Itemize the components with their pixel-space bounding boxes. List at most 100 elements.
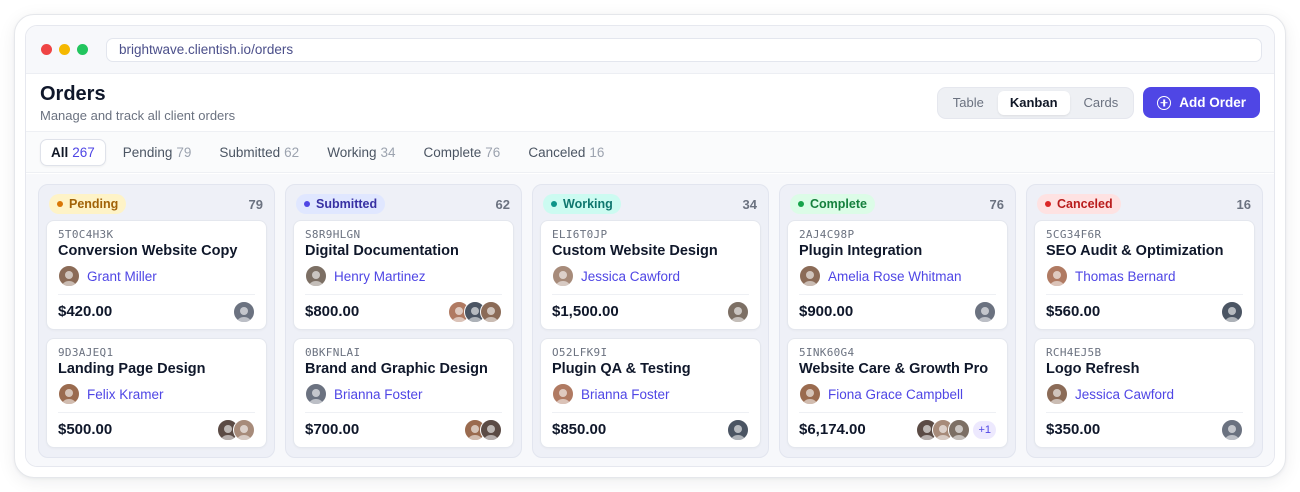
- order-id: RCH4EJ5B: [1046, 346, 1102, 359]
- status-badge: Canceled: [1037, 194, 1121, 214]
- order-card[interactable]: 5T0C4H3K Conversion Website Copy Grant Mil…: [46, 220, 267, 330]
- status-label: Canceled: [1057, 197, 1113, 211]
- client-name-link[interactable]: Brianna Foster: [581, 387, 670, 402]
- order-card[interactable]: S8R9HLGN Digital Documentation Henry Marti…: [293, 220, 514, 330]
- client-name-link[interactable]: Thomas Bernard: [1075, 269, 1176, 284]
- filter-label: Complete: [423, 144, 482, 160]
- client-avatar: [305, 265, 327, 287]
- card-footer: $350.00: [1046, 412, 1243, 446]
- view-cards-button[interactable]: Cards: [1072, 91, 1131, 115]
- team-avatars: [727, 418, 749, 441]
- browser-window: brightwave.clientish.io/orders Orders Ma…: [25, 25, 1275, 467]
- client-name-link[interactable]: Grant Miller: [87, 269, 157, 284]
- client-name-link[interactable]: Jessica Cawford: [581, 269, 680, 284]
- team-member-avatar: [1221, 300, 1243, 323]
- filter-tab-complete[interactable]: Complete 76: [413, 139, 512, 166]
- order-name: Conversion Website Copy: [58, 243, 238, 259]
- order-name: Landing Page Design: [58, 361, 206, 377]
- client-row: Brianna Foster: [305, 383, 502, 405]
- card-footer: $500.00: [58, 412, 255, 446]
- minimize-dot-icon[interactable]: [59, 44, 70, 55]
- filter-tab-all[interactable]: All 267: [40, 138, 106, 166]
- client-name-link[interactable]: Henry Martinez: [334, 269, 426, 284]
- order-card[interactable]: 2AJ4C98P Plugin Integration Amelia Rose Wh…: [787, 220, 1008, 330]
- order-card[interactable]: 5CG34F6R SEO Audit & Optimization Thomas B…: [1034, 220, 1255, 330]
- order-name: Custom Website Design: [552, 243, 718, 259]
- order-card[interactable]: 9D3AJEQ1 Landing Page Design Felix Kramer $…: [46, 338, 267, 448]
- view-table-button[interactable]: Table: [941, 91, 996, 115]
- address-bar[interactable]: brightwave.clientish.io/orders: [106, 37, 1262, 62]
- status-label: Complete: [810, 197, 867, 211]
- card-footer: $850.00: [552, 412, 749, 446]
- url-text: brightwave.clientish.io/orders: [119, 42, 294, 57]
- order-name: Plugin Integration: [799, 243, 923, 259]
- client-row: Amelia Rose Whitman: [799, 265, 996, 287]
- order-id: 5CG34F6R: [1046, 228, 1102, 241]
- page-subtitle: Manage and track all client orders: [40, 107, 236, 123]
- team-member-avatar: [727, 300, 749, 323]
- client-avatar: [1046, 265, 1068, 287]
- client-name-link[interactable]: Brianna Foster: [334, 387, 423, 402]
- order-name: Brand and Graphic Design: [305, 361, 488, 377]
- column-count: 16: [1236, 196, 1251, 212]
- order-card[interactable]: ELI6T0JP Custom Website Design Jessica Caw…: [540, 220, 761, 330]
- client-row: Jessica Cawford: [1046, 383, 1243, 405]
- order-name: SEO Audit & Optimization: [1046, 243, 1224, 259]
- client-name-link[interactable]: Amelia Rose Whitman: [828, 269, 962, 284]
- header-actions: Table Kanban Cards Add Order: [936, 86, 1260, 119]
- filter-label: Pending: [122, 144, 173, 160]
- order-price: $850.00: [552, 421, 607, 438]
- order-id: 0BKFNLAI: [305, 346, 361, 359]
- team-member-avatar: [233, 300, 255, 323]
- client-avatar: [1046, 383, 1068, 405]
- status-label: Pending: [69, 197, 119, 211]
- order-card[interactable]: 5INK60G4 Website Care & Growth Pro Fiona G…: [787, 338, 1008, 448]
- kanban-column-complete: Complete 76 2AJ4C98P Plugin Integration Amel…: [779, 184, 1016, 458]
- more-members-badge[interactable]: +1: [973, 420, 996, 439]
- team-member-avatar: [948, 418, 971, 441]
- filter-tab-working[interactable]: Working 34: [316, 139, 406, 166]
- team-member-avatar: [480, 418, 502, 441]
- view-kanban-button[interactable]: Kanban: [997, 90, 1070, 115]
- team-member-avatar: [727, 418, 749, 441]
- order-card[interactable]: O52LFK9I Plugin QA & Testing Brianna Foste…: [540, 338, 761, 448]
- order-price: $350.00: [1046, 421, 1101, 438]
- kanban-column-pending: Pending 79 5T0C4H3K Conversion Website Copy…: [38, 184, 275, 458]
- order-card[interactable]: 0BKFNLAI Brand and Graphic Design Brianna …: [293, 338, 514, 448]
- client-name-link[interactable]: Fiona Grace Campbell: [828, 387, 963, 402]
- filter-tab-canceled[interactable]: Canceled 16: [517, 139, 615, 166]
- order-id: 5T0C4H3K: [58, 228, 114, 241]
- page-header: Orders Manage and track all client order…: [26, 74, 1274, 132]
- card-footer: $420.00: [58, 294, 255, 328]
- order-price: $420.00: [58, 303, 113, 320]
- client-name-link[interactable]: Felix Kramer: [87, 387, 164, 402]
- close-dot-icon[interactable]: [41, 44, 52, 55]
- column-header: Pending 79: [46, 193, 267, 215]
- status-filter-tabs: All 267 Pending 79 Submitted 62 Working 34 Compl…: [26, 132, 1274, 173]
- card-footer: $800.00: [305, 294, 502, 328]
- team-avatars: [233, 300, 255, 323]
- column-count: 34: [742, 196, 757, 212]
- order-price: $6,174.00: [799, 421, 866, 438]
- add-order-button[interactable]: Add Order: [1143, 87, 1260, 118]
- client-row: Grant Miller: [58, 265, 255, 287]
- add-order-label: Add Order: [1179, 95, 1246, 110]
- filter-tab-pending[interactable]: Pending 79: [112, 139, 203, 166]
- order-price: $900.00: [799, 303, 854, 320]
- column-header: Working 34: [540, 193, 761, 215]
- filter-label: Submitted: [219, 144, 281, 160]
- column-count: 62: [495, 196, 510, 212]
- order-card[interactable]: RCH4EJ5B Logo Refresh Jessica Cawford $350.…: [1034, 338, 1255, 448]
- column-count: 79: [248, 196, 263, 212]
- window-controls: [41, 44, 88, 55]
- client-avatar: [552, 383, 574, 405]
- filter-tab-submitted[interactable]: Submitted 62: [208, 139, 310, 166]
- order-price: $560.00: [1046, 303, 1101, 320]
- team-avatars: +1: [916, 418, 996, 441]
- filter-count: 34: [380, 144, 396, 160]
- client-name-link[interactable]: Jessica Cawford: [1075, 387, 1174, 402]
- maximize-dot-icon[interactable]: [77, 44, 88, 55]
- filter-label: All: [51, 144, 69, 160]
- client-row: Thomas Bernard: [1046, 265, 1243, 287]
- column-header: Canceled 16: [1034, 193, 1255, 215]
